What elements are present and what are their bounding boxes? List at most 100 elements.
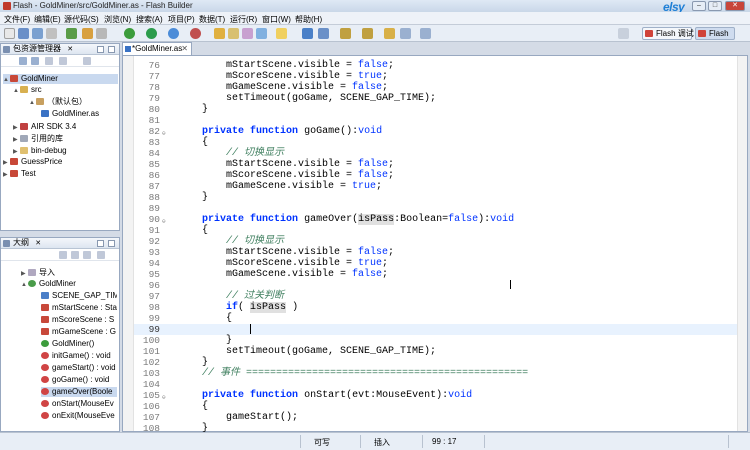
- code-line[interactable]: 83 {: [134, 137, 737, 148]
- outline-item-method[interactable]: initGame() : void: [41, 351, 117, 361]
- toggle-comment-icon[interactable]: [302, 28, 313, 39]
- code-editor[interactable]: 76 mStartScene.visible = false; 77 mScor…: [122, 55, 748, 434]
- collapse-toggle-icon[interactable]: ▲: [21, 280, 27, 289]
- last-edit-icon[interactable]: [384, 28, 395, 39]
- outline-item-method[interactable]: gameStart() : void: [41, 363, 117, 373]
- code-line[interactable]: 105 ⊖ private function onStart(evt:MouseE…: [134, 390, 737, 401]
- code-line[interactable]: 98 if( isPass ): [134, 302, 737, 313]
- hide-static-icon[interactable]: [83, 251, 91, 259]
- code-line[interactable]: 92 // 切换显示: [134, 236, 737, 247]
- perspective-flash-debug[interactable]: Flash 调试: [642, 27, 694, 40]
- outline-item-field[interactable]: mGameScene : G: [41, 327, 117, 337]
- save-icon[interactable]: [18, 28, 29, 39]
- outline-item-field[interactable]: mStartScene : Sta: [41, 303, 117, 313]
- new-file-icon[interactable]: [4, 28, 15, 39]
- code-line[interactable]: 79 setTimeout(goGame, SCENE_GAP_TIME);: [134, 93, 737, 104]
- outline-item-imports[interactable]: ▶ 导入: [21, 268, 55, 278]
- code-line[interactable]: 107 gameStart();: [134, 412, 737, 423]
- menu-navigate[interactable]: 浏览(N): [104, 14, 131, 25]
- close-window-button[interactable]: ✕: [725, 1, 745, 11]
- minimize-button[interactable]: –: [692, 1, 706, 11]
- maximize-panel-icon[interactable]: [108, 240, 115, 247]
- outline-item-method[interactable]: onStart(MouseEv: [41, 399, 117, 409]
- code-line[interactable]: 91 {: [134, 225, 737, 236]
- debug-icon[interactable]: [124, 28, 135, 39]
- code-line[interactable]: 85 mStartScene.visible = false;: [134, 159, 737, 170]
- forward-icon[interactable]: [420, 28, 431, 39]
- minimize-panel-icon[interactable]: [97, 240, 104, 247]
- print-icon[interactable]: [46, 28, 57, 39]
- stop-icon[interactable]: [190, 28, 201, 39]
- mark-occurrences-icon[interactable]: [256, 28, 267, 39]
- tree-item-referenced-libs[interactable]: ▶ 引用的库: [13, 134, 63, 144]
- code-line[interactable]: 87 mGameScene.visible = true;: [134, 181, 737, 192]
- code-line[interactable]: 90 ⊖ private function gameOver(isPass:Boo…: [134, 214, 737, 225]
- open-type-icon[interactable]: [214, 28, 225, 39]
- code-line[interactable]: 106 {: [134, 401, 737, 412]
- build-icon[interactable]: [66, 28, 77, 39]
- code-line[interactable]: 76 mStartScene.visible = false;: [134, 60, 737, 71]
- menu-source[interactable]: 源代码(S): [64, 14, 99, 25]
- code-line[interactable]: 101 setTimeout(goGame, SCENE_GAP_TIME);: [134, 346, 737, 357]
- forward-icon[interactable]: [31, 57, 39, 65]
- code-line[interactable]: 94 mScoreScene.visible = true;: [134, 258, 737, 269]
- sort-icon[interactable]: [59, 251, 67, 259]
- search-icon[interactable]: [242, 28, 253, 39]
- back-icon[interactable]: [19, 57, 27, 65]
- code-line[interactable]: 100 }: [134, 335, 737, 346]
- code-line[interactable]: 103 // 事件 ==============================…: [134, 368, 737, 379]
- expand-toggle-icon[interactable]: ▶: [13, 135, 19, 144]
- menu-run[interactable]: 运行(R): [230, 14, 257, 25]
- collapse-toggle-icon[interactable]: ▲: [13, 86, 19, 95]
- code-line[interactable]: 97 // 过关判断: [134, 291, 737, 302]
- outline-item-method-selected[interactable]: gameOver(Boole: [41, 387, 117, 397]
- code-line[interactable]: 93 mStartScene.visible = false;: [134, 247, 737, 258]
- open-resource-icon[interactable]: [228, 28, 239, 39]
- profile-icon[interactable]: [168, 28, 179, 39]
- code-line[interactable]: 77 mScoreScene.visible = true;: [134, 71, 737, 82]
- tree-item-src[interactable]: ▲ src: [13, 85, 42, 95]
- current-code-line[interactable]: 99: [134, 324, 737, 335]
- maximize-button[interactable]: □: [708, 1, 722, 11]
- code-line[interactable]: 99 {: [134, 313, 737, 324]
- code-line[interactable]: 80 }: [134, 104, 737, 115]
- menu-file[interactable]: 文件(F): [4, 14, 30, 25]
- link-editor-icon[interactable]: [59, 57, 67, 65]
- outline-item-method[interactable]: GoldMiner(): [41, 339, 117, 349]
- editor-tab-goldminer[interactable]: *GoldMiner.as ✕: [122, 42, 192, 55]
- code-line[interactable]: 86 mScoreScene.visible = false;: [134, 170, 737, 181]
- code-line[interactable]: 81: [134, 115, 737, 126]
- next-annotation-icon[interactable]: [340, 28, 351, 39]
- package-explorer-close[interactable]: ✕: [67, 46, 73, 53]
- expand-toggle-icon[interactable]: ▶: [13, 147, 19, 156]
- menu-window[interactable]: 窗口(W): [262, 14, 291, 25]
- close-tab-icon[interactable]: ✕: [181, 43, 188, 55]
- tree-item-guessprice[interactable]: ▶ GuessPrice: [3, 157, 62, 167]
- code-line[interactable]: 89: [134, 203, 737, 214]
- tree-item-goldminer[interactable]: ▲ GoldMiner: [3, 74, 118, 84]
- block-selection-icon[interactable]: [318, 28, 329, 39]
- collapse-toggle-icon[interactable]: ▲: [3, 75, 9, 84]
- code-line[interactable]: 88 }: [134, 192, 737, 203]
- expand-toggle-icon[interactable]: ▶: [21, 269, 27, 278]
- menu-search[interactable]: 搜索(A): [136, 14, 163, 25]
- perspective-flash[interactable]: Flash: [695, 27, 735, 40]
- outline-close[interactable]: ✕: [35, 240, 41, 247]
- code-line[interactable]: 78 mGameScene.visible = false;: [134, 82, 737, 93]
- open-perspective-icon[interactable]: [618, 28, 629, 39]
- menu-data[interactable]: 数据(T): [199, 14, 225, 25]
- collapse-toggle-icon[interactable]: ▲: [29, 98, 35, 107]
- export-icon[interactable]: [82, 28, 93, 39]
- tree-item-test[interactable]: ▶ Test: [3, 169, 36, 179]
- outline-item-class[interactable]: ▲ GoldMiner: [21, 279, 76, 289]
- expand-toggle-icon[interactable]: ▶: [13, 123, 19, 132]
- menu-edit[interactable]: 编辑(E): [34, 14, 61, 25]
- outline-item-method[interactable]: goGame() : void: [41, 375, 117, 385]
- outline-item-field[interactable]: mScoreScene : S: [41, 315, 117, 325]
- code-line[interactable]: 102 }: [134, 357, 737, 368]
- expand-toggle-icon[interactable]: ▶: [3, 170, 9, 179]
- outline-item-const[interactable]: SCENE_GAP_TIM: [41, 291, 117, 301]
- code-line[interactable]: 82 ⊖ private function goGame():void: [134, 126, 737, 137]
- code-line[interactable]: 104: [134, 379, 737, 390]
- menu-project[interactable]: 项目(P): [168, 14, 195, 25]
